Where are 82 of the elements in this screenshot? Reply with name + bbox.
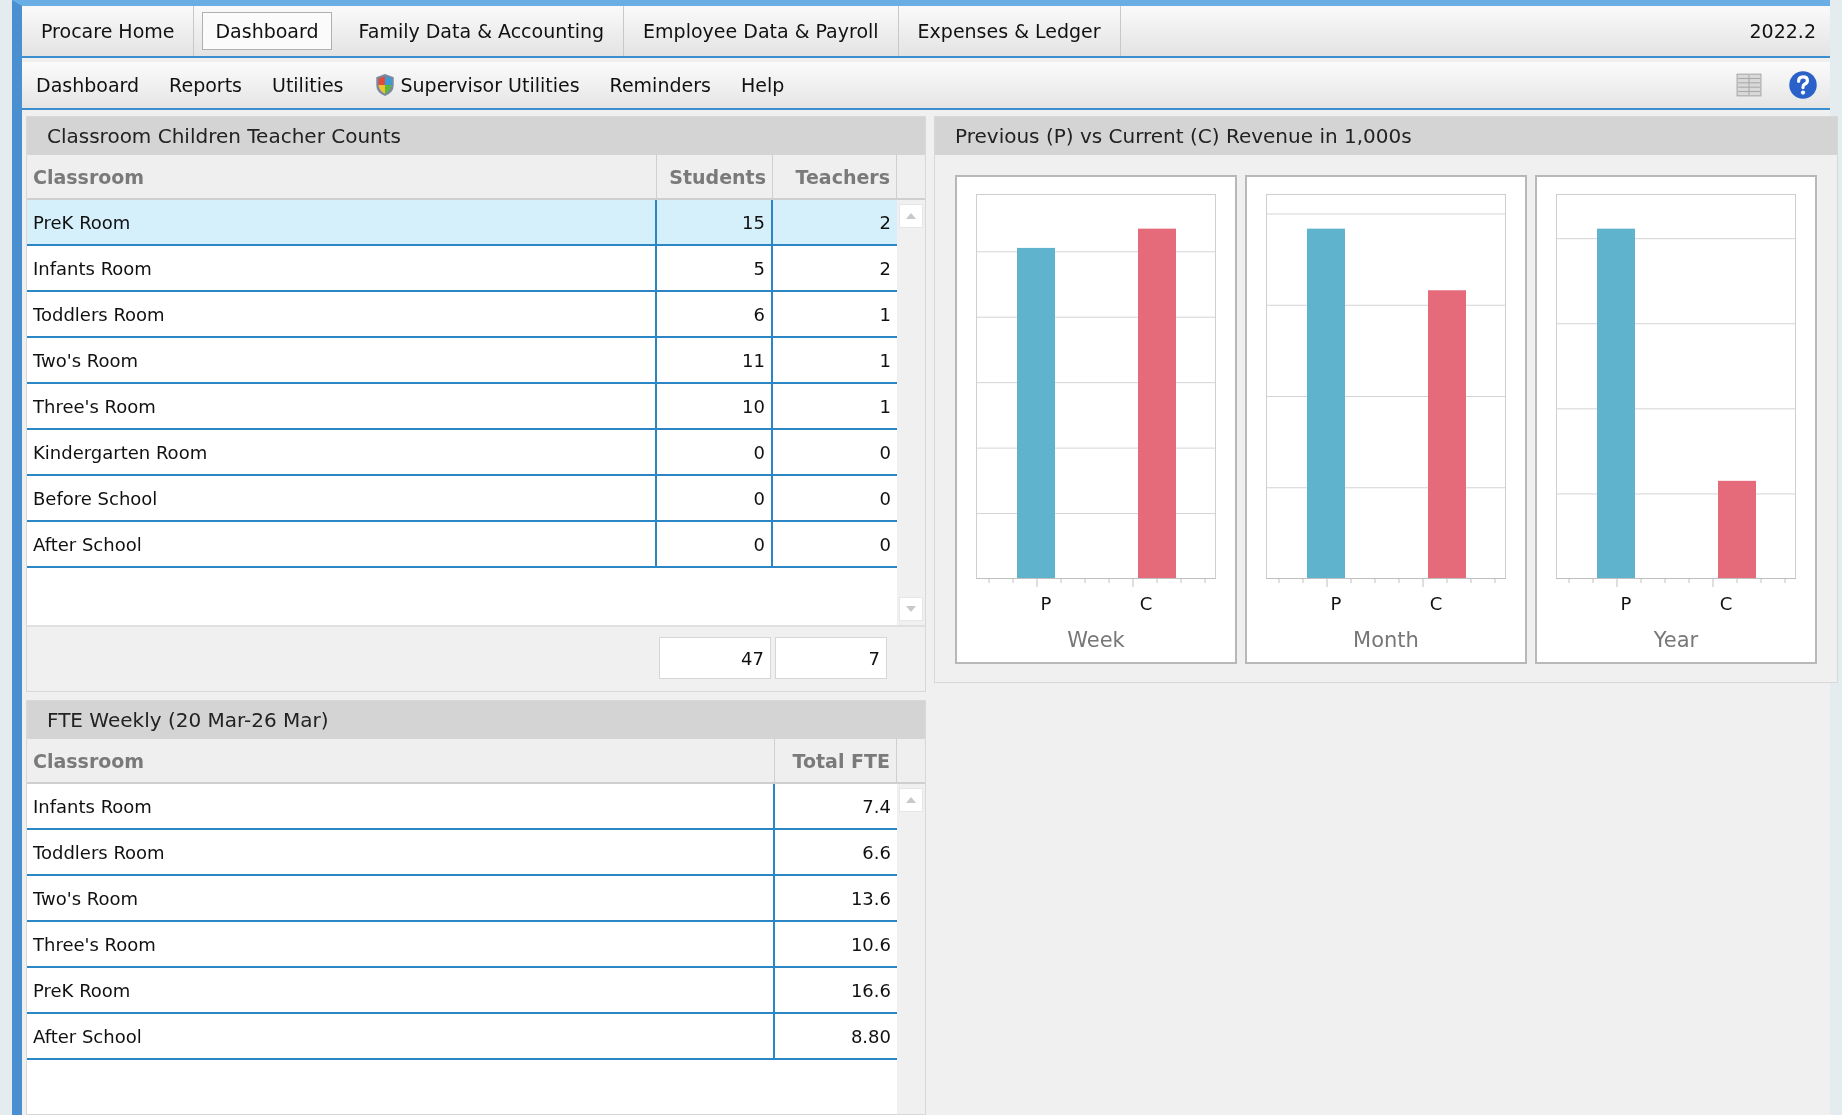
table-cell: Infants Room: [27, 246, 657, 290]
total-field: 47: [659, 637, 771, 679]
table-row[interactable]: PreK Room 16.6: [27, 968, 897, 1014]
table-cell: After School: [27, 522, 657, 566]
tab[interactable]: Procare Home: [22, 6, 195, 56]
menu-item[interactable]: Help: [740, 74, 785, 96]
table-cell: 5: [657, 246, 773, 290]
table-cell-text: 2: [878, 210, 892, 235]
tab[interactable]: Family Data & Accounting: [339, 6, 625, 56]
menu-item[interactable]: Reminders: [609, 74, 711, 96]
table-row[interactable]: Toddlers Room 6.6: [27, 830, 897, 876]
table-cell: PreK Room: [27, 968, 775, 1012]
menu-item[interactable]: Supervisor Utilities: [373, 73, 580, 97]
table-cell: 10: [657, 384, 773, 428]
table-cell: Three's Room: [27, 922, 775, 966]
menu-item[interactable]: Dashboard: [36, 74, 140, 96]
axis-label: P: [1619, 593, 1633, 614]
table-cell-text: 13.6: [849, 886, 892, 911]
table-cell-text: 8.80: [849, 1024, 892, 1049]
table-cell: Before School: [27, 476, 657, 520]
tab[interactable]: Expenses & Ledger: [898, 6, 1121, 56]
axis-label: C: [1428, 593, 1444, 614]
panel-title: Classroom Children Teacher Counts: [27, 117, 925, 155]
table-cell: Kindergarten Room: [27, 430, 657, 474]
table-cell: 11: [657, 338, 773, 382]
table-cell: 0: [657, 522, 773, 566]
table-cell-text: 0: [878, 486, 892, 511]
table-cell: Toddlers Room: [27, 292, 657, 336]
table-cell: After School: [27, 1014, 775, 1058]
table-cell-text: 6.6: [861, 840, 892, 865]
table-cell-text: 1: [878, 302, 892, 327]
table-row[interactable]: Two's Room 13.6: [27, 876, 897, 922]
shield-icon: [373, 73, 396, 97]
column-header[interactable]: Students: [657, 155, 773, 198]
table-cell: PreK Room: [27, 200, 657, 244]
version-label: 2022.2: [1749, 20, 1817, 42]
table-row[interactable]: Toddlers Room 6 1: [27, 292, 897, 338]
axis-label: P: [1039, 593, 1053, 614]
axis-label: C: [1138, 593, 1154, 614]
chart-title: Month: [1353, 628, 1419, 652]
chart-title: Week: [1067, 628, 1125, 652]
axis-label: C: [1718, 593, 1734, 614]
table-cell-text: 1: [878, 394, 892, 419]
table-row[interactable]: Three's Room 10.6: [27, 922, 897, 968]
table-cell: Three's Room: [27, 384, 657, 428]
table-row[interactable]: Infants Room 7.4: [27, 784, 897, 830]
table-row[interactable]: Two's Room 11 1: [27, 338, 897, 384]
column-header[interactable]: Classroom: [27, 155, 657, 198]
menu-item[interactable]: Reports: [169, 74, 242, 96]
table-cell: Infants Room: [27, 784, 775, 828]
table-cell: Two's Room: [27, 338, 657, 382]
table-cell-text: 0: [878, 532, 892, 557]
table-row[interactable]: Three's Room 10 1: [27, 384, 897, 430]
table-cell: 0: [657, 476, 773, 520]
table-row[interactable]: After School 8.80: [27, 1014, 897, 1060]
table-cell-text: 1: [878, 348, 892, 373]
table-cell-text: 10.6: [849, 932, 892, 957]
panel-title: Previous (P) vs Current (C) Revenue in 1,000s: [935, 117, 1837, 155]
table-row[interactable]: Before School 0 0: [27, 476, 897, 522]
help-icon[interactable]: [1788, 70, 1818, 100]
table-row[interactable]: Infants Room 5 2: [27, 246, 897, 292]
table-cell: Toddlers Room: [27, 830, 775, 874]
table-cell: Two's Room: [27, 876, 775, 920]
table-row[interactable]: Kindergarten Room 0 0: [27, 430, 897, 476]
table-cell: 0: [657, 430, 773, 474]
table-cell: 15: [657, 200, 773, 244]
column-header[interactable]: Classroom: [27, 739, 775, 782]
table-cell-text: 16.6: [849, 978, 892, 1003]
table-cell: 6: [657, 292, 773, 336]
panel-title: FTE Weekly (20 Mar-26 Mar): [27, 701, 925, 739]
tab[interactable]: Employee Data & Payroll: [624, 6, 899, 56]
menu-item[interactable]: Utilities: [272, 74, 344, 96]
grid-icon[interactable]: [1736, 72, 1762, 98]
tab[interactable]: Dashboard: [202, 12, 332, 50]
table-cell-text: 7.4: [861, 794, 892, 819]
table-cell-text: 0: [878, 440, 892, 465]
table-cell-text: 2: [878, 256, 892, 281]
axis-label: P: [1329, 593, 1343, 614]
total-field: 7: [775, 637, 887, 679]
table-row[interactable]: PreK Room 15 2: [27, 200, 897, 246]
table-row[interactable]: After School 0 0: [27, 522, 897, 568]
chart-title: Year: [1653, 628, 1699, 652]
